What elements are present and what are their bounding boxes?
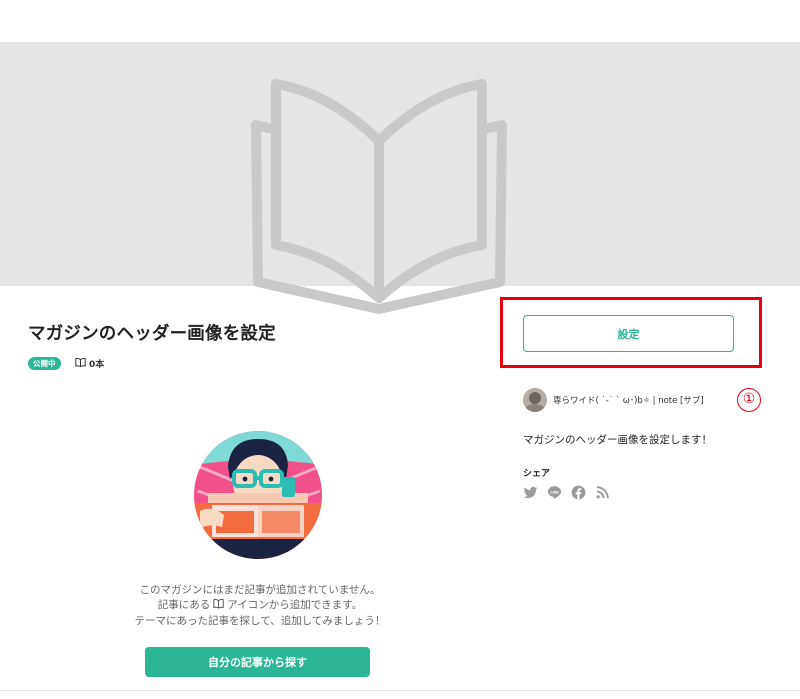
settings-button[interactable]: 設定 (523, 315, 734, 352)
magazine-title: マガジンのヘッダー画像を設定 (28, 324, 276, 344)
empty-message-line-2: 記事にある アイコンから追加できます。 (100, 598, 420, 614)
svg-text:LINE: LINE (550, 490, 558, 494)
empty-message-line-1: このマガジンにはまだ記事が追加されていません。 (139, 584, 381, 596)
facebook-icon[interactable] (571, 485, 586, 500)
share-label: シェア (523, 469, 551, 479)
avatar (523, 388, 547, 412)
twitter-icon[interactable] (523, 485, 538, 500)
article-count-value: 0本 (89, 360, 105, 370)
magazine-add-icon (213, 598, 224, 614)
empty-state-illustration (194, 431, 322, 559)
bottom-divider (0, 690, 800, 691)
annotation-marker: ① (737, 388, 761, 412)
find-my-articles-button[interactable]: 自分の記事から探す (145, 647, 370, 677)
magazine-header-image (0, 42, 800, 314)
empty-message-line-2-start: 記事にある (157, 599, 211, 611)
rss-icon[interactable] (595, 485, 610, 500)
article-count: 0本 (75, 357, 104, 370)
author-link[interactable]: 専らワイド( ˙-˙ ` ω･)b✧ | note [サブ] (523, 388, 704, 412)
magazine-description: マガジンのヘッダー画像を設定します！ (523, 434, 712, 446)
empty-message-line-3: テーマにあった記事を探して、追加してみましょう！ (134, 615, 386, 627)
author-name: 専らワイド( ˙-˙ ` ω･)b✧ | note [サブ] (553, 396, 704, 406)
status-badge: 公開中 (28, 357, 61, 370)
line-icon[interactable]: LINE (547, 485, 562, 500)
empty-state-message: このマガジンにはまだ記事が追加されていません。 記事にある アイコンから追加できま… (100, 583, 420, 629)
open-book-icon (251, 79, 507, 314)
share-icons: LINE (523, 485, 610, 500)
book-icon (75, 357, 89, 370)
empty-message-line-2-end: アイコンから追加できます。 (227, 599, 363, 611)
